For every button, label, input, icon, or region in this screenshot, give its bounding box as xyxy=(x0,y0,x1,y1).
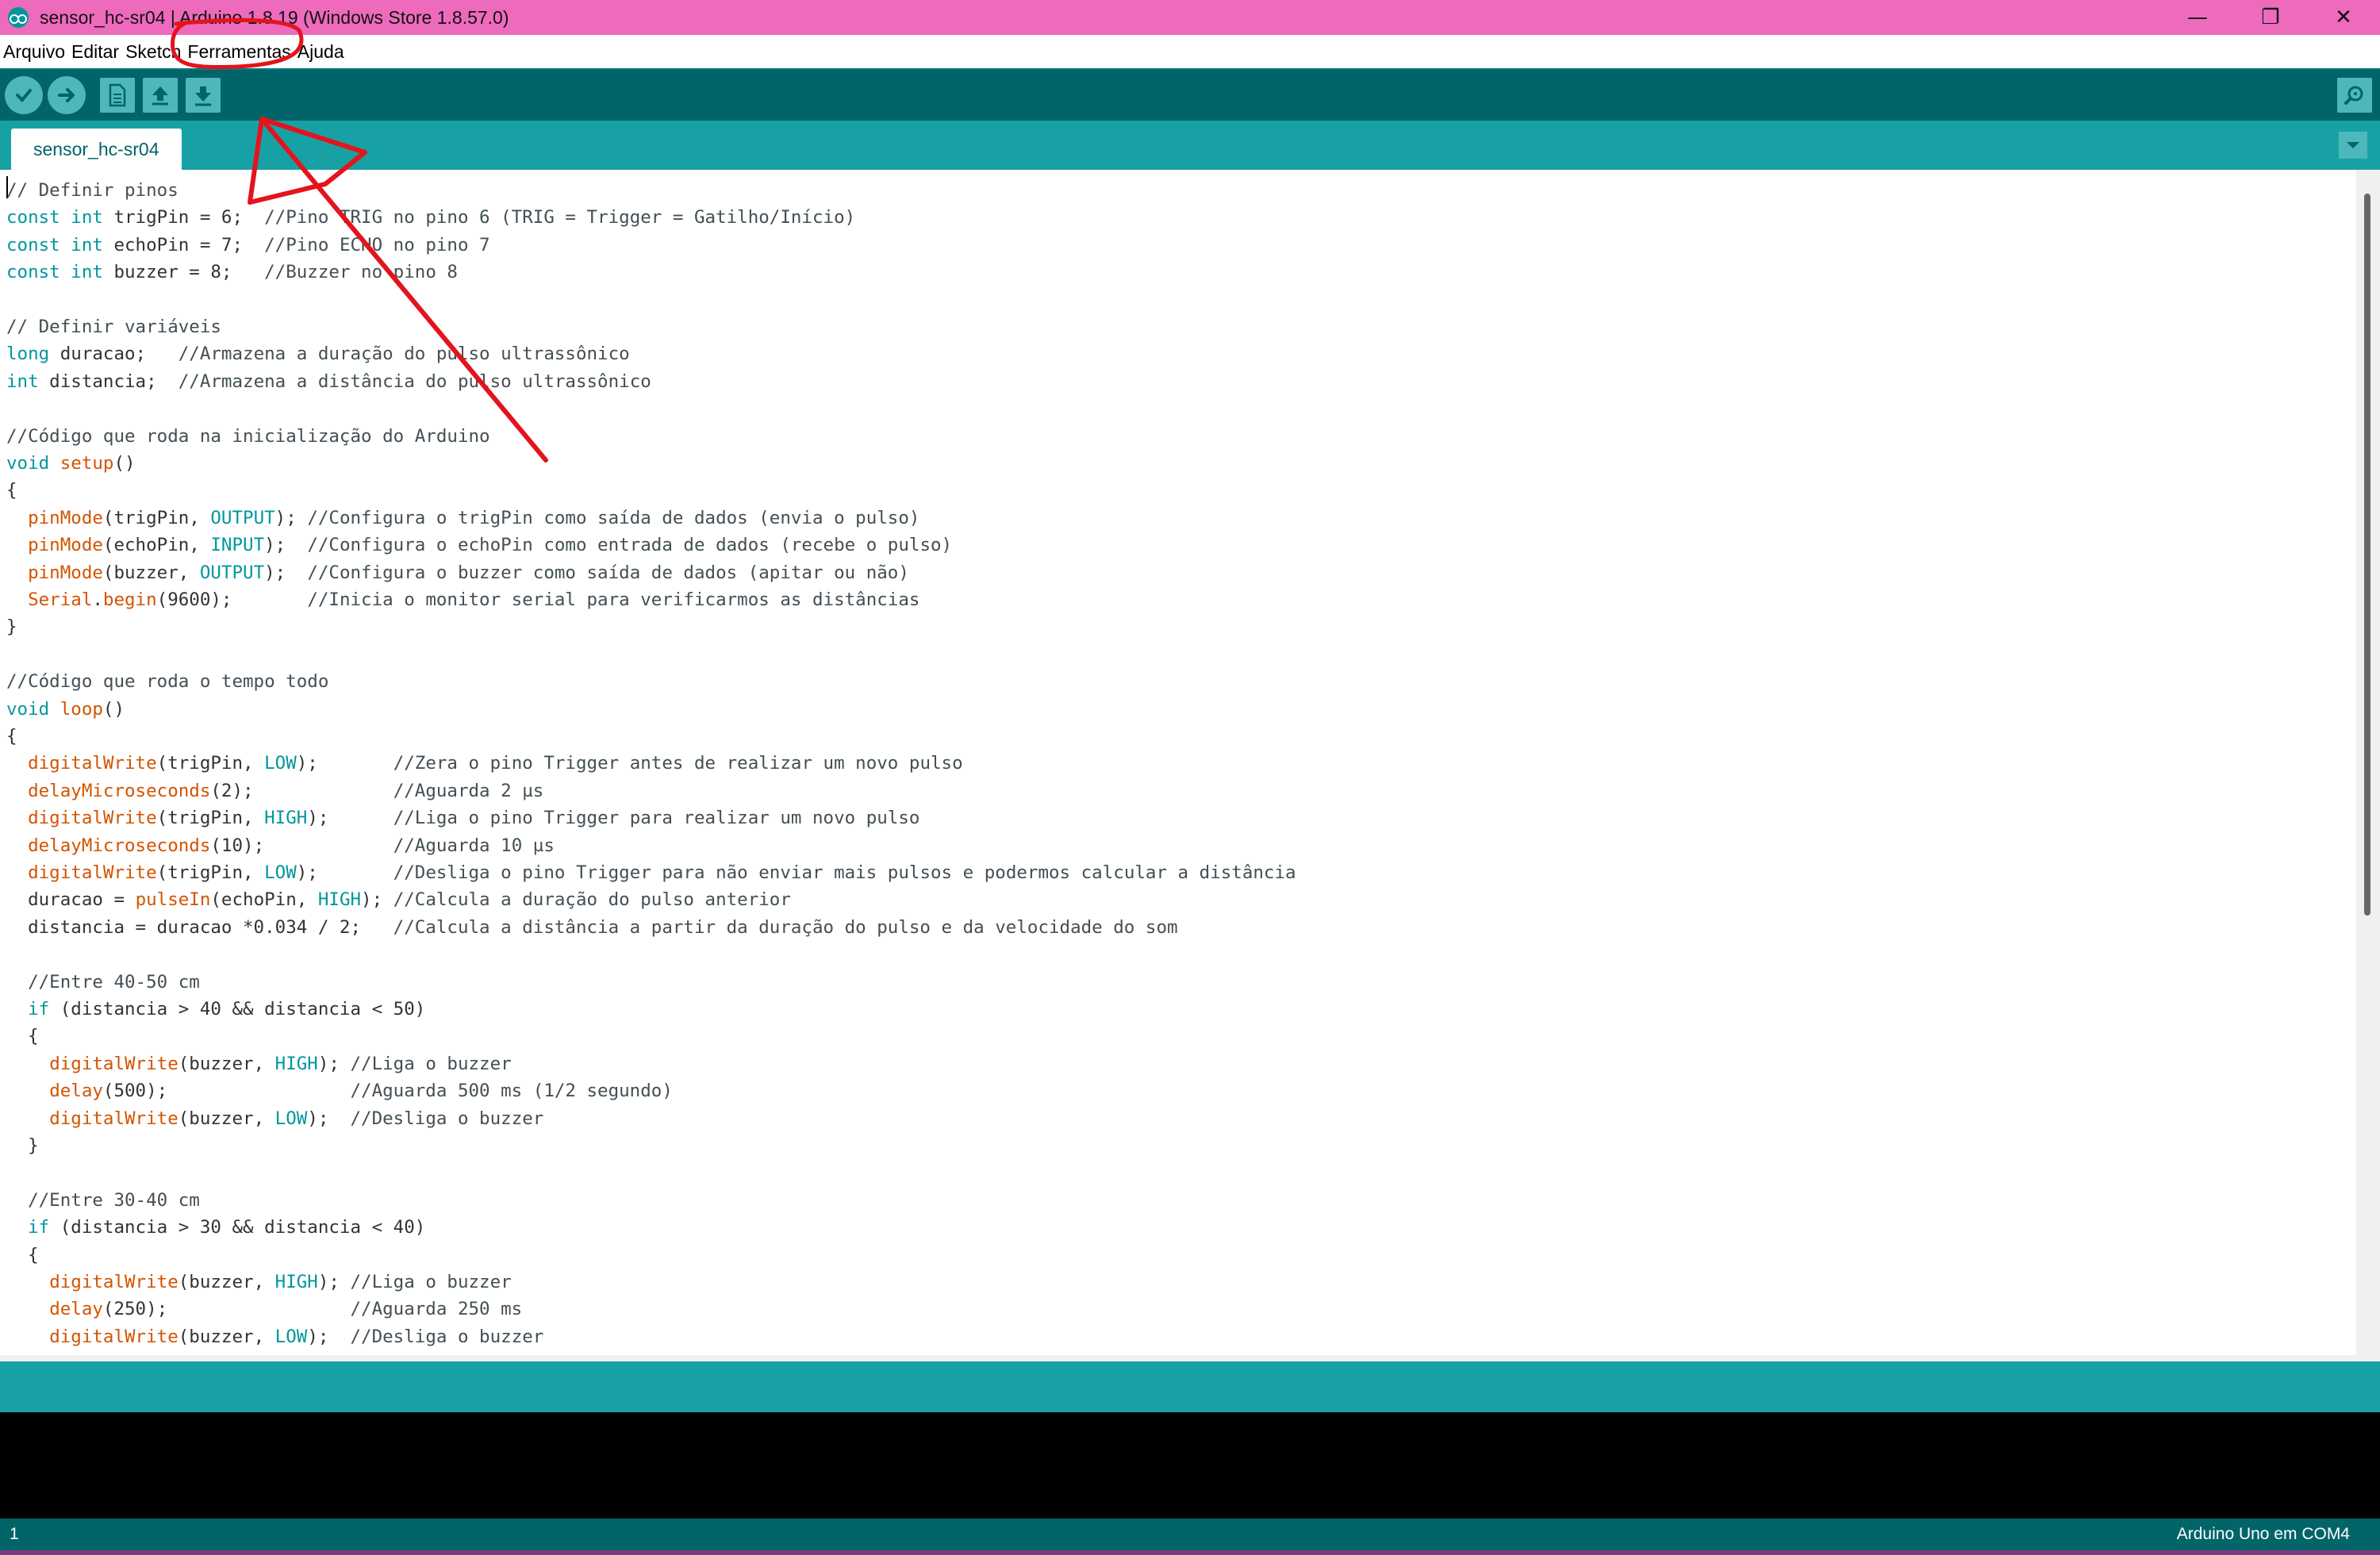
code-line: const int trigPin = 6; //Pino TRIG no pi… xyxy=(6,207,856,228)
tab-sensor-hc-sr04[interactable]: sensor_hc-sr04 xyxy=(11,129,182,170)
code-line: void setup() xyxy=(6,453,136,474)
code-line: delayMicroseconds(10); //Aguarda 10 µs xyxy=(28,835,555,856)
code-line: pinMode(buzzer, OUTPUT); //Configura o b… xyxy=(28,562,909,583)
new-button[interactable] xyxy=(100,78,135,113)
new-file-icon xyxy=(109,83,126,107)
menu-ajuda[interactable]: Ajuda xyxy=(298,41,344,63)
code-line: delay(250); //Aguarda 250 ms xyxy=(49,1299,523,1320)
editor-vertical-scrollbar[interactable] xyxy=(2356,170,2380,1355)
console-output[interactable] xyxy=(0,1412,2380,1519)
code-line: { xyxy=(6,480,17,501)
code-line: const int echoPin = 7; //Pino ECHO no pi… xyxy=(6,234,490,255)
arrow-up-icon xyxy=(152,86,168,106)
window-bottom-edge xyxy=(0,1550,2380,1555)
message-bar xyxy=(0,1361,2380,1412)
code-line: pinMode(echoPin, INPUT); //Configura o e… xyxy=(28,535,953,556)
menu-sketch[interactable]: Sketch xyxy=(125,41,181,63)
code-line: digitalWrite(buzzer, HIGH); //Liga o buz… xyxy=(49,1272,512,1292)
arrow-down-icon xyxy=(195,86,211,106)
code-line: Serial.begin(9600); //Inicia o monitor s… xyxy=(28,589,920,610)
code-line: { xyxy=(6,726,17,747)
magnifier-icon xyxy=(2344,86,2363,105)
toolbar xyxy=(0,68,2380,121)
editor-horizontal-scrollbar[interactable] xyxy=(0,1355,2380,1361)
upload-button[interactable] xyxy=(48,76,86,114)
tab-menu-button[interactable] xyxy=(2339,132,2367,159)
code-line: digitalWrite(trigPin, LOW); //Zera o pin… xyxy=(28,753,963,774)
status-bar: 1 Arduino Uno em COM4 xyxy=(0,1519,2380,1550)
code-line: pinMode(trigPin, OUTPUT); //Configura o … xyxy=(28,507,920,528)
code-line: } xyxy=(6,1135,39,1156)
scrollbar-thumb[interactable] xyxy=(2364,194,2370,916)
code-line: } xyxy=(6,616,17,638)
menu-bar: Arquivo Editar Sketch Ferramentas Ajuda xyxy=(0,35,2380,68)
code-line: digitalWrite(buzzer, LOW); //Desliga o b… xyxy=(49,1326,544,1347)
code-line: digitalWrite(buzzer, LOW); //Desliga o b… xyxy=(49,1108,544,1129)
code-line: digitalWrite(trigPin, LOW); //Desliga o … xyxy=(28,862,1296,883)
title-bar: sensor_hc-sr04 | Arduino 1.8.19 (Windows… xyxy=(0,0,2380,35)
save-button[interactable] xyxy=(186,78,221,113)
menu-ferramentas[interactable]: Ferramentas xyxy=(187,41,290,63)
arduino-logo-icon xyxy=(8,7,29,28)
code-line: //Entre 30-40 cm xyxy=(28,1189,200,1211)
window-title: sensor_hc-sr04 | Arduino 1.8.19 (Windows… xyxy=(40,6,509,28)
check-icon xyxy=(16,89,32,102)
code-line: { xyxy=(6,1026,39,1047)
minimize-button[interactable]: — xyxy=(2161,0,2234,35)
menu-editar[interactable]: Editar xyxy=(71,41,119,63)
board-port: Arduino Uno em COM4 xyxy=(2176,1525,2350,1543)
tab-strip: sensor_hc-sr04 xyxy=(0,121,2380,170)
code-line: delay(500); //Aguarda 500 ms (1/2 segund… xyxy=(49,1081,673,1102)
code-line: { xyxy=(6,1244,39,1265)
restore-button[interactable]: ❐ xyxy=(2234,0,2307,35)
code-line: duracao = pulseIn(echoPin, HIGH); //Calc… xyxy=(6,889,791,911)
open-button[interactable] xyxy=(143,78,178,113)
code-line: void loop() xyxy=(6,698,125,720)
verify-button[interactable] xyxy=(5,76,43,114)
code-line: const int buzzer = 8; //Buzzer no pino 8 xyxy=(6,262,458,283)
code-line: //Código que roda na inicialização do Ar… xyxy=(6,425,490,447)
code-line: if (distancia > 40 && distancia < 50) xyxy=(28,999,426,1019)
code-line: long duracao; //Armazena a duração do pu… xyxy=(6,344,630,365)
close-button[interactable]: ✕ xyxy=(2307,0,2380,35)
code-line: // Definir variáveis xyxy=(6,317,221,337)
window-controls: — ❐ ✕ xyxy=(2161,0,2380,35)
line-number: 1 xyxy=(10,1525,19,1543)
arrow-right-icon xyxy=(58,88,75,102)
menu-arquivo[interactable]: Arquivo xyxy=(3,41,65,63)
code-line: //Entre 40-50 cm xyxy=(28,971,200,993)
code-line: digitalWrite(trigPin, HIGH); //Liga o pi… xyxy=(28,808,920,829)
code-line: //Código que roda o tempo todo xyxy=(6,671,329,693)
code-line: digitalWrite(buzzer, HIGH); //Liga o buz… xyxy=(49,1053,512,1074)
code-line: int distancia; //Armazena a distância do… xyxy=(6,371,651,392)
code-line: if (distancia > 30 && distancia < 40) xyxy=(28,1217,426,1238)
code-line: // Definir pinos xyxy=(6,180,178,201)
code-line: delayMicroseconds(2); //Aguarda 2 µs xyxy=(28,780,544,801)
triangle-down-icon xyxy=(2347,142,2359,148)
code-editor[interactable]: // Definir pinos const int trigPin = 6; /… xyxy=(0,170,2356,1355)
serial-monitor-button[interactable] xyxy=(2337,78,2372,113)
code-line: distancia = duracao *0.034 / 2; //Calcul… xyxy=(6,916,1178,938)
